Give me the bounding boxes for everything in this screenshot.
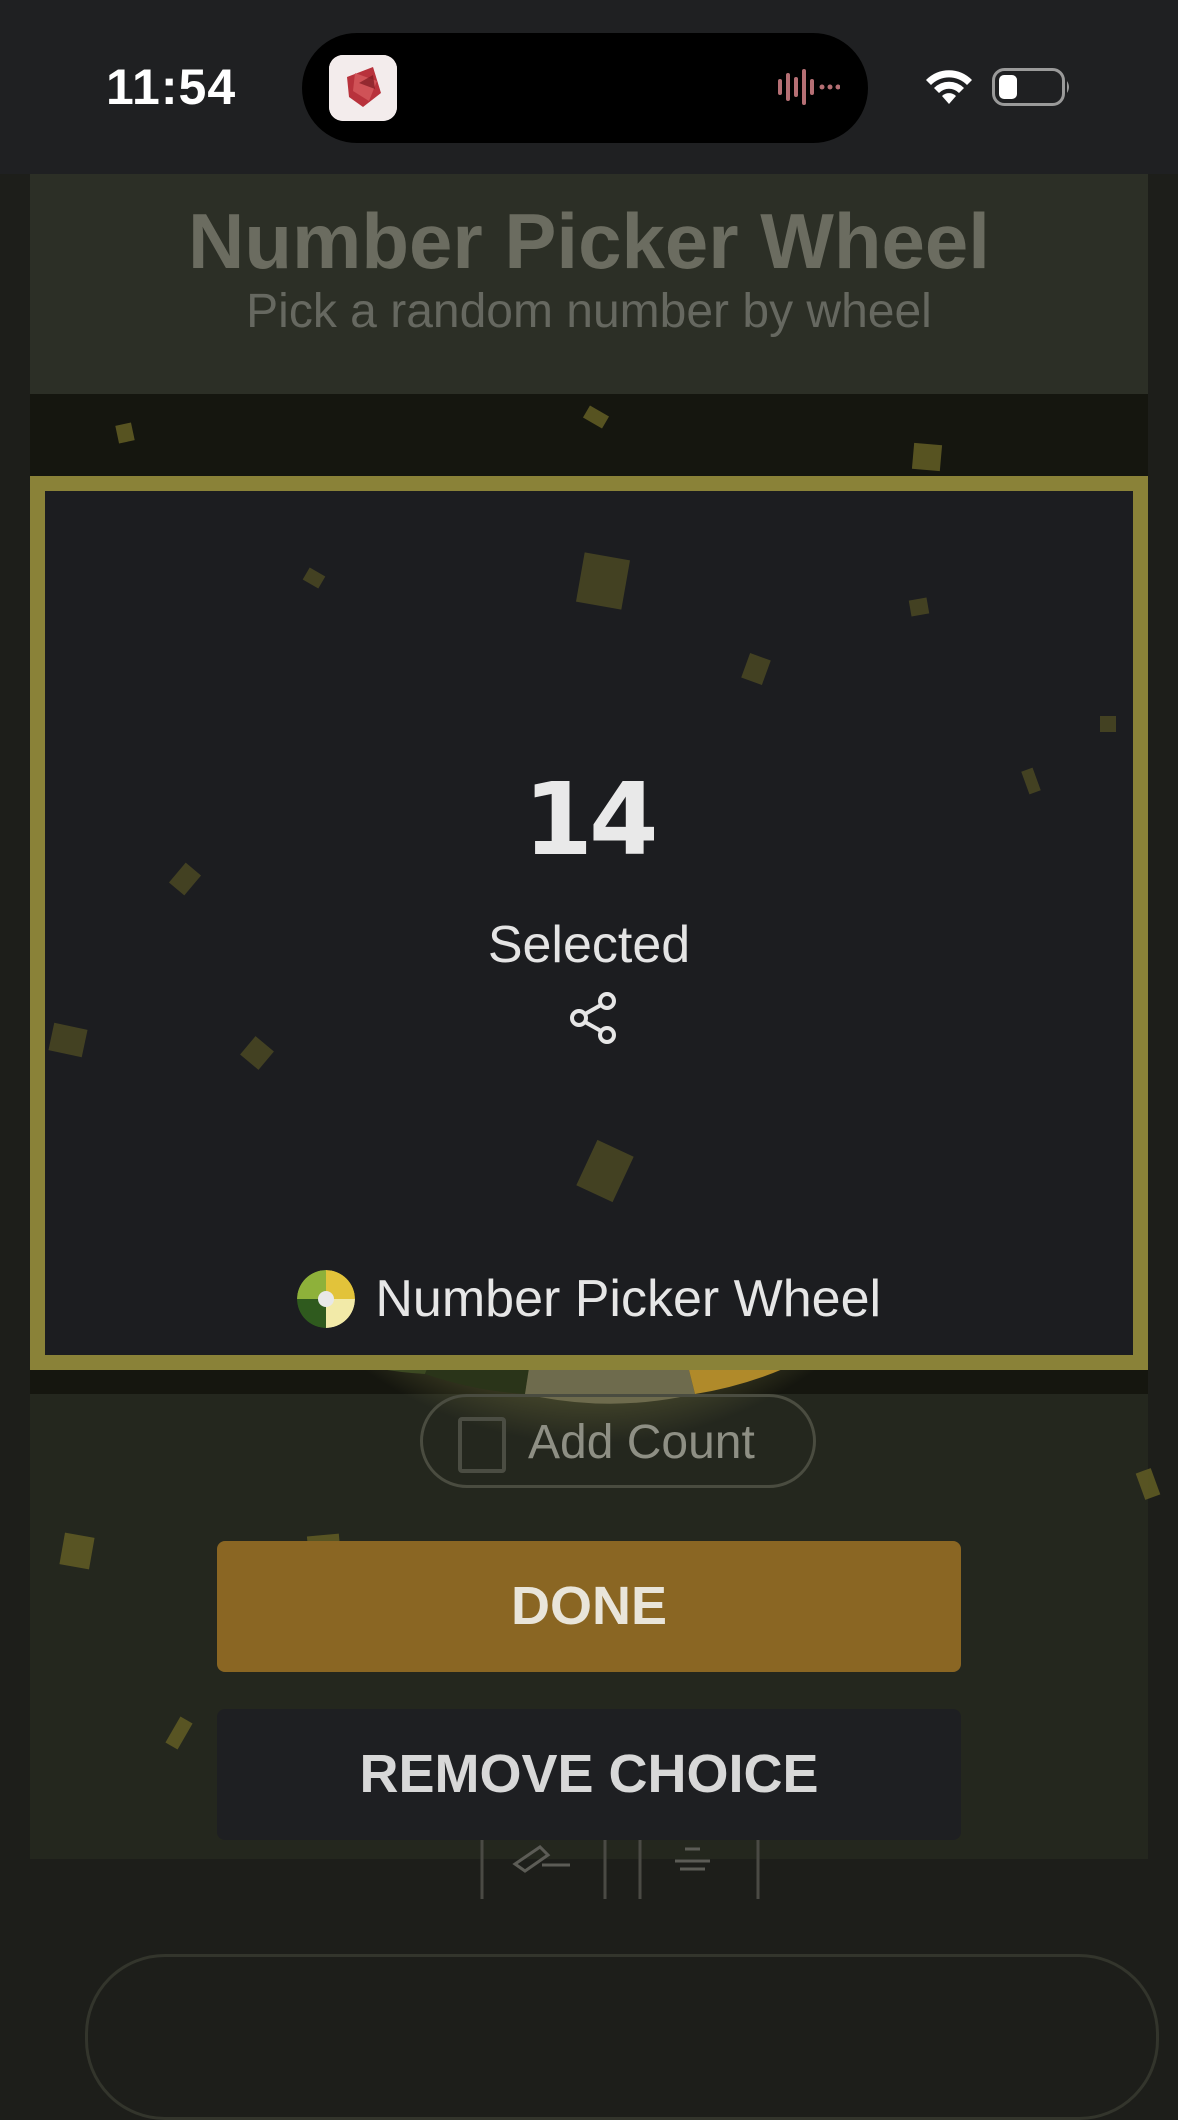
confetti: [115, 422, 135, 444]
result-label: Selected: [487, 916, 691, 974]
confetti: [576, 552, 630, 610]
page-subtitle: Pick a random number by wheel: [246, 285, 932, 338]
add-count-button[interactable]: Add Count: [420, 1394, 816, 1488]
done-button[interactable]: DONE: [217, 1541, 961, 1672]
confetti: [911, 442, 943, 472]
add-count-label: Add Count: [528, 1416, 755, 1469]
status-time: 11:54: [106, 59, 237, 115]
confetti: [741, 653, 771, 685]
result-value: 14: [523, 761, 658, 878]
wheel-tools: [480, 1839, 760, 1899]
brand-footer: Number Picker Wheel: [45, 1269, 1133, 1339]
page-title: Number Picker Wheel: [188, 197, 990, 285]
counter-icon: [458, 1417, 506, 1473]
dynamic-island[interactable]: [302, 33, 868, 143]
now-playing-app-icon[interactable]: [329, 55, 397, 121]
confetti: [576, 1139, 634, 1203]
bottom-panel: [85, 1954, 1159, 2120]
confetti: [59, 1532, 95, 1570]
share-icon[interactable]: [569, 991, 619, 1045]
confetti: [1100, 716, 1116, 732]
audio-wave-icon: [776, 69, 841, 110]
remove-choice-button[interactable]: REMOVE CHOICE: [217, 1709, 961, 1840]
battery-icon: [992, 68, 1072, 111]
result-modal: 14 Selected Number Picker Wheel: [30, 476, 1148, 1370]
confetti: [302, 567, 326, 589]
picker-wheel-logo-icon: [296, 1270, 355, 1328]
confetti: [48, 1022, 88, 1058]
brand-name: Number Picker Wheel: [375, 1270, 882, 1328]
status-bar: 11:54: [0, 0, 1178, 174]
confetti: [908, 597, 930, 617]
wifi-icon: [925, 68, 973, 111]
confetti: [240, 1036, 274, 1070]
page-header: Number Picker Wheel Pick a random number…: [30, 174, 1148, 394]
